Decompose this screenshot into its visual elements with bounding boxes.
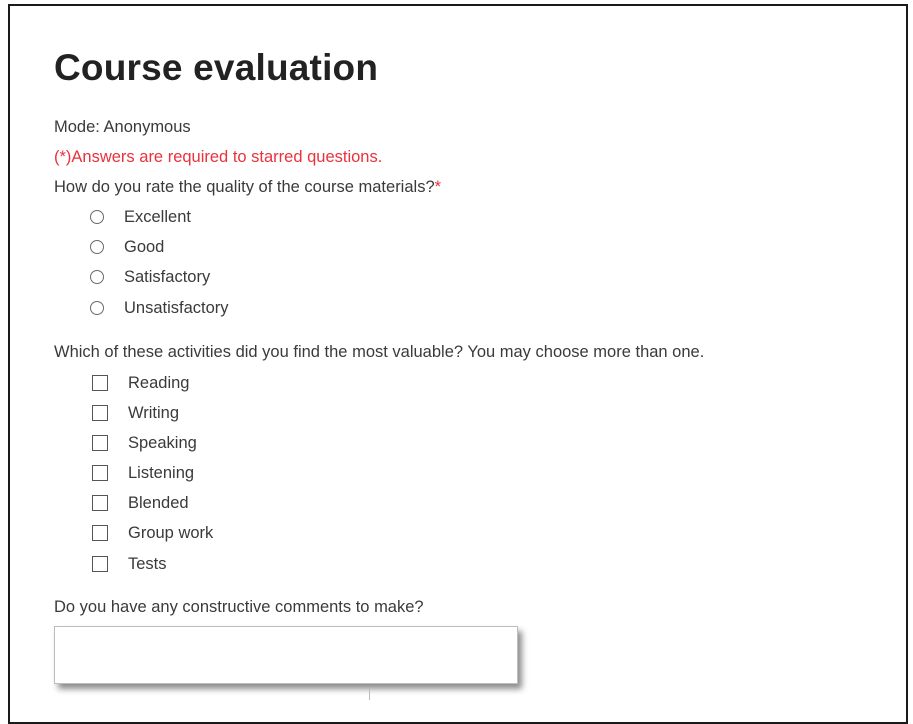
- checkbox-option-group-work[interactable]: Group work: [90, 522, 213, 544]
- question-1-text: How do you rate the quality of the cours…: [54, 178, 435, 196]
- checkbox[interactable]: [92, 495, 108, 511]
- checkbox-option-label: Group work: [128, 523, 214, 542]
- radio-option-unsatisfactory[interactable]: Unsatisfactory: [90, 297, 229, 319]
- radio-button[interactable]: [90, 270, 104, 284]
- checkbox-option-label: Speaking: [128, 433, 197, 452]
- checkbox[interactable]: [92, 556, 108, 572]
- checkbox-option-label: Reading: [128, 373, 190, 392]
- checkbox-option-listening[interactable]: Listening: [90, 462, 194, 484]
- checkbox[interactable]: [92, 405, 108, 421]
- radio-option-label: Good: [124, 237, 165, 256]
- checkbox-option-label: Blended: [128, 493, 189, 512]
- checkbox[interactable]: [92, 435, 108, 451]
- checkbox[interactable]: [92, 525, 108, 541]
- radio-option-excellent[interactable]: Excellent: [90, 206, 191, 228]
- checkbox-option-writing[interactable]: Writing: [90, 402, 179, 424]
- radio-option-label: Excellent: [124, 207, 191, 226]
- question-3-text: Do you have any constructive comments to…: [54, 598, 424, 616]
- mode-text: Mode: Anonymous: [54, 118, 191, 136]
- radio-option-label: Satisfactory: [124, 267, 211, 286]
- divider: [369, 688, 370, 700]
- question-1: How do you rate the quality of the cours…: [54, 178, 441, 197]
- checkbox-option-label: Writing: [128, 403, 180, 422]
- required-asterisk: *: [434, 178, 442, 196]
- checkbox-option-label: Tests: [128, 554, 167, 573]
- checkbox-option-reading[interactable]: Reading: [90, 372, 189, 394]
- page-title: Course evaluation: [54, 47, 379, 88]
- radio-button[interactable]: [90, 240, 104, 254]
- radio-option-good[interactable]: Good: [90, 236, 164, 258]
- checkbox-option-label: Listening: [128, 463, 195, 482]
- required-note: (*)Answers are required to starred quest…: [54, 148, 383, 166]
- radio-option-label: Unsatisfactory: [124, 298, 229, 317]
- checkbox-option-blended[interactable]: Blended: [90, 492, 189, 514]
- checkbox-option-tests[interactable]: Tests: [90, 553, 167, 575]
- checkbox-option-speaking[interactable]: Speaking: [90, 432, 197, 454]
- checkbox[interactable]: [92, 375, 108, 391]
- radio-button[interactable]: [90, 210, 104, 224]
- question-2-text: Which of these activities did you find t…: [54, 343, 705, 361]
- comments-textarea[interactable]: [54, 626, 518, 684]
- radio-option-satisfactory[interactable]: Satisfactory: [90, 266, 210, 288]
- checkbox[interactable]: [92, 465, 108, 481]
- radio-button[interactable]: [90, 301, 104, 315]
